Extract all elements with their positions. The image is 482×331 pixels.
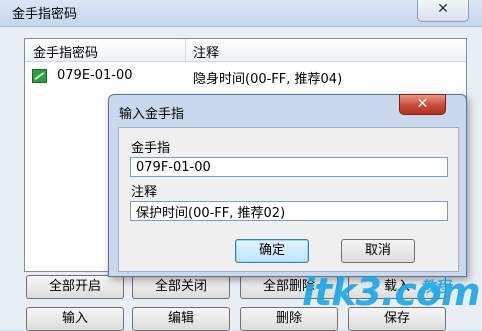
disable-all-button[interactable]: 全部关闭 — [132, 275, 230, 299]
site-watermark: itk3.com 教程 — [302, 270, 481, 322]
column-header-code[interactable]: 金手指密码 — [33, 42, 98, 61]
close-icon: ✕ — [416, 96, 429, 112]
window-title: 金手指密码 — [12, 7, 78, 22]
dialog-content: 金手指 注释 确定 取消 — [118, 127, 459, 272]
note-field[interactable] — [130, 201, 448, 221]
cheat-enabled-icon[interactable] — [32, 69, 47, 83]
ok-button[interactable]: 确定 — [235, 239, 309, 263]
dialog-title: 输入金手指 — [119, 107, 185, 122]
main-close-button[interactable]: ✕ — [417, 0, 469, 22]
watermark-subtext: 教程 — [420, 278, 451, 296]
cancel-button[interactable]: 取消 — [341, 239, 415, 263]
list-item-note: 隐身时间(00-FF, 推荐04) — [193, 72, 343, 87]
input-button[interactable]: 输入 — [26, 307, 124, 331]
enable-all-button[interactable]: 全部开启 — [26, 275, 124, 299]
list-item-code: 079E-01-00 — [57, 68, 133, 83]
code-label: 金手指 — [131, 141, 171, 156]
list-item[interactable]: 079E-01-00 隐身时间(00-FF, 推荐04) — [25, 66, 466, 87]
main-window-titlebar: 金手指密码 ✕ — [0, 0, 482, 27]
column-divider[interactable] — [185, 39, 186, 61]
code-field[interactable] — [130, 157, 448, 177]
dialog-close-button[interactable]: ✕ — [399, 94, 446, 115]
input-cheat-dialog: 输入金手指 ✕ 金手指 注释 确定 取消 — [108, 94, 467, 277]
note-label: 注释 — [131, 185, 158, 200]
list-header: 金手指密码 注释 — [25, 39, 466, 62]
column-header-note[interactable]: 注释 — [193, 42, 219, 61]
edit-button[interactable]: 编辑 — [132, 307, 230, 331]
watermark-text: itk3.com — [302, 270, 481, 314]
close-icon: ✕ — [437, 1, 449, 17]
